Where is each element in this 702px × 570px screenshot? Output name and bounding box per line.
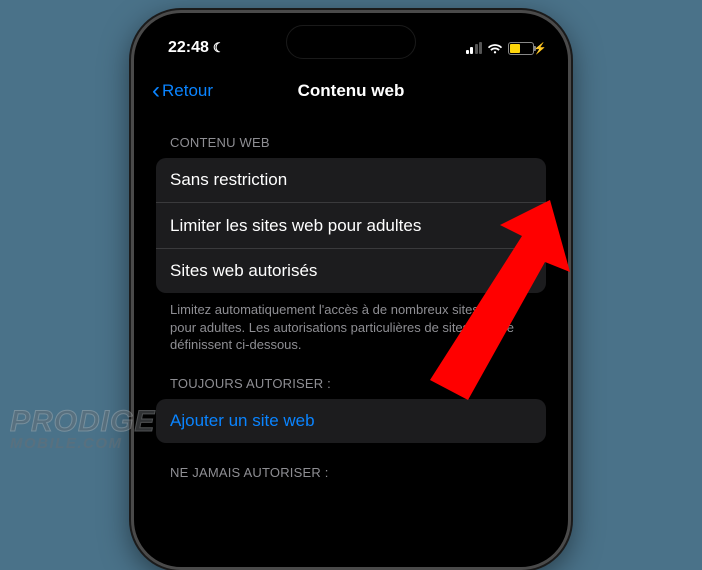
option-label: Limiter les sites web pour adultes: [170, 216, 421, 236]
always-allow-list: Ajouter un site web: [156, 399, 546, 443]
volume-up-button: [131, 163, 132, 211]
side-button: [131, 113, 132, 141]
content-options-list: Sans restriction Limiter les sites web p…: [156, 158, 546, 293]
option-label: Sans restriction: [170, 170, 287, 190]
option-label: Sites web autorisés: [170, 261, 317, 281]
power-button: [570, 173, 571, 243]
phone-frame: 22:48 ☾ ⚡ ‹ Retour Contenu web CONTENU W…: [131, 10, 571, 570]
back-label: Retour: [162, 81, 213, 101]
dnd-moon-icon: ☾: [213, 40, 225, 56]
option-limit-adult[interactable]: Limiter les sites web pour adultes ✓: [156, 203, 546, 249]
status-time: 22:48: [168, 39, 209, 57]
checkmark-icon: ✓: [517, 215, 532, 236]
option-allowed-only[interactable]: Sites web autorisés: [156, 249, 546, 293]
battery-icon: ⚡: [508, 42, 534, 55]
wifi-icon: [487, 42, 503, 54]
add-website-button[interactable]: Ajouter un site web: [156, 399, 546, 443]
back-button[interactable]: ‹ Retour: [152, 79, 213, 103]
cellular-signal-icon: [466, 42, 483, 54]
section-footer: Limitez automatiquement l'accès à de nom…: [156, 293, 546, 354]
screen: 22:48 ☾ ⚡ ‹ Retour Contenu web CONTENU W…: [140, 19, 562, 561]
option-unrestricted[interactable]: Sans restriction: [156, 158, 546, 203]
section-header-always-allow: TOUJOURS AUTORISER :: [156, 354, 546, 399]
volume-down-button: [131, 223, 132, 271]
dynamic-island: [286, 25, 416, 59]
section-header-never-allow: NE JAMAIS AUTORISER :: [156, 443, 546, 488]
nav-bar: ‹ Retour Contenu web: [140, 69, 562, 113]
add-website-label: Ajouter un site web: [170, 411, 315, 431]
section-header-contenu-web: CONTENU WEB: [156, 113, 546, 158]
chevron-left-icon: ‹: [152, 79, 160, 103]
